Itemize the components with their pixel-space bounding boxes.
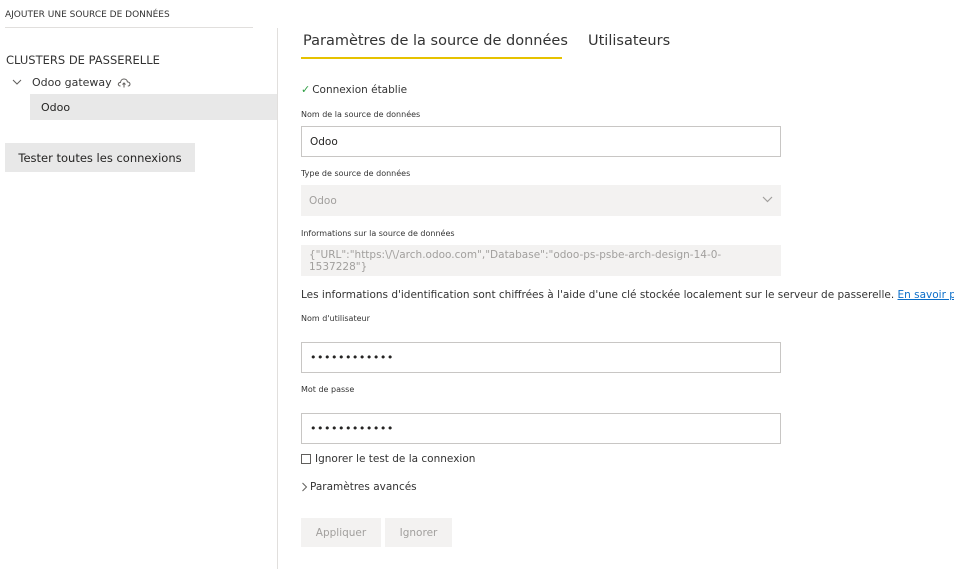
chevron-right-icon [301,482,308,492]
datasource-type-label: Type de source de données [301,169,411,178]
apply-button[interactable]: Appliquer [301,518,381,547]
datasource-info-label: Informations sur la source de données [301,229,455,238]
advanced-settings-label: Paramètres avancés [310,481,417,493]
panel-divider [277,28,278,569]
username-label: Nom d'utilisateur [301,314,370,323]
tree-item-odoo-datasource[interactable]: Odoo [30,94,277,120]
gateway-label: Odoo gateway [32,75,112,89]
connection-status-text: Connexion établie [312,83,408,96]
checkmark-icon: ✓ [301,83,311,96]
gateway-clusters-heading: CLUSTERS DE PASSERELLE [6,53,160,67]
tree-item-gateway[interactable]: Odoo gateway [12,74,131,90]
tab-users[interactable]: Utilisateurs [588,33,670,49]
password-input[interactable]: •••••••••••• [301,413,781,444]
credentials-note: Les informations d'identification sont c… [301,289,954,301]
chevron-down-icon[interactable] [12,79,26,86]
skip-test-label: Ignorer le test de la connexion [315,453,476,465]
skip-test-checkbox[interactable] [301,454,311,464]
username-value: •••••••••••• [310,351,394,364]
datasource-name-value: Odoo [310,135,338,148]
title-divider [5,27,253,28]
advanced-settings-toggle[interactable]: Paramètres avancés [301,481,417,493]
datasource-name-label: Nom de la source de données [301,110,421,119]
datasource-info-field: {"URL":"https:\/\/arch.odoo.com","Databa… [301,245,781,276]
connection-status: ✓ Connexion établie [301,83,407,96]
active-tab-indicator [301,57,562,59]
datasource-info-value: {"URL":"https:\/\/arch.odoo.com","Databa… [309,248,722,273]
skip-test-option[interactable]: Ignorer le test de la connexion [301,453,475,465]
add-data-source-title: AJOUTER UNE SOURCE DE DONNÉES [5,10,170,20]
password-value: •••••••••••• [310,422,394,435]
chevron-down-icon [762,194,773,206]
datasource-type-select: Odoo [301,185,781,216]
test-all-connections-button[interactable]: Tester toutes les connexions [5,143,195,172]
credentials-note-text: Les informations d'identification sont c… [301,289,895,301]
password-label: Mot de passe [301,385,355,394]
username-input[interactable]: •••••••••••• [301,342,781,373]
tab-datasource-settings[interactable]: Paramètres de la source de données [303,33,568,49]
ignore-button[interactable]: Ignorer [385,518,452,547]
cloud-gateway-icon [117,77,131,88]
datasource-type-value: Odoo [309,194,337,207]
learn-more-link[interactable]: En savoir plus [898,289,954,301]
datasource-name-input[interactable]: Odoo [301,126,781,157]
